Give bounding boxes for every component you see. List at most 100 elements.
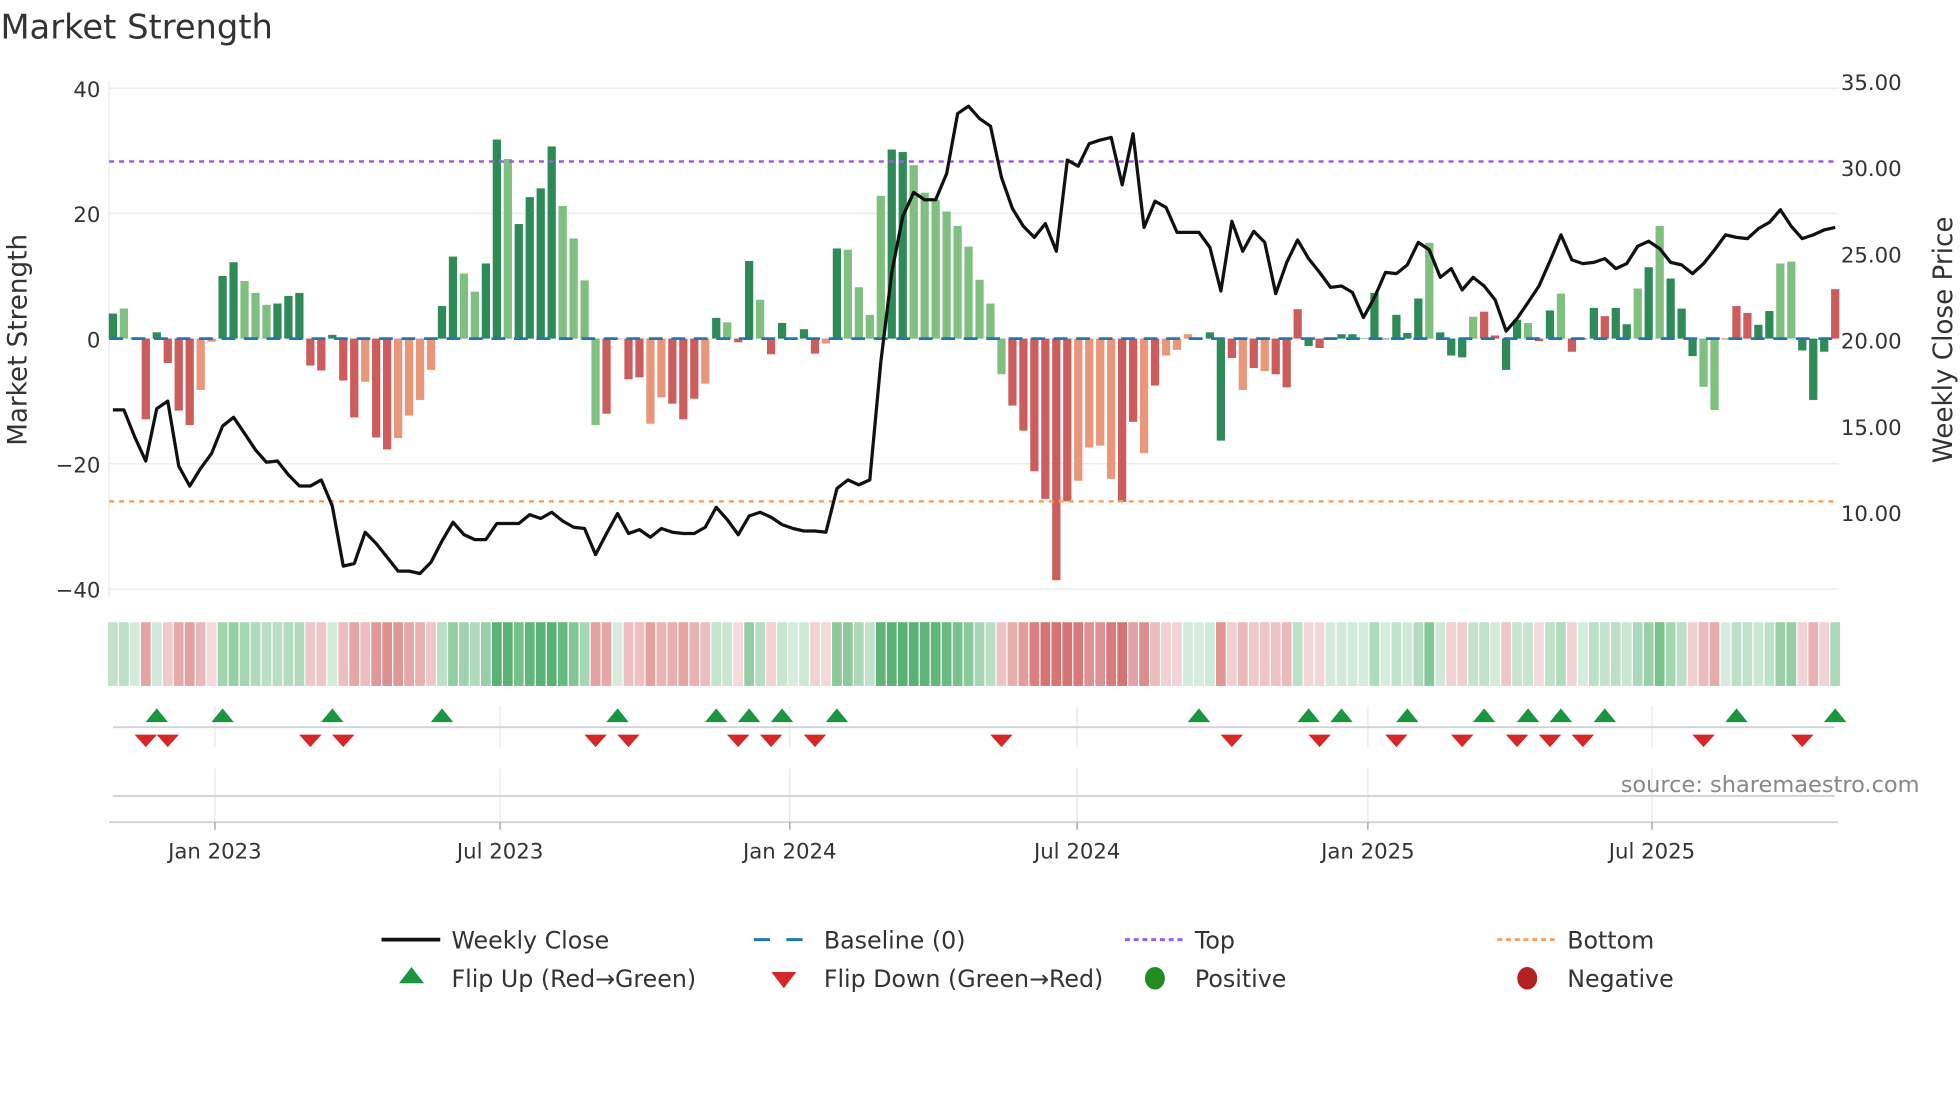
heat-cell (1775, 622, 1786, 686)
strength-bar (1820, 338, 1829, 352)
y2-tick-label: 10.00 (1841, 502, 1902, 527)
heat-cell (623, 622, 634, 686)
strength-bar (196, 338, 205, 390)
legend-label: Top (1194, 926, 1235, 954)
strength-bar (1249, 338, 1258, 369)
strength-bar (284, 296, 293, 339)
heat-cell (1468, 622, 1479, 686)
heat-cell (1830, 622, 1841, 686)
heat-cell (393, 622, 403, 686)
heat-cell (151, 622, 162, 686)
heat-cell (437, 622, 447, 686)
heat-cell (404, 622, 414, 686)
strength-bar (1359, 337, 1368, 339)
strength-bar (1107, 338, 1116, 479)
strength-bar (591, 338, 600, 425)
heat-cell (1248, 622, 1259, 686)
heat-cell (1117, 622, 1128, 686)
heat-cell (1314, 622, 1325, 686)
strength-bar (1831, 289, 1840, 339)
legend-label: Bottom (1567, 926, 1654, 954)
strength-bar (1666, 278, 1675, 339)
heat-cell (1215, 622, 1226, 686)
right-axis-title: Weekly Close Price (1929, 217, 1959, 464)
strength-bar (931, 199, 940, 339)
heat-cell (601, 622, 612, 686)
heat-cell (1501, 622, 1511, 686)
y-tick-label: 40 (73, 78, 100, 103)
strength-bar (1677, 308, 1686, 339)
heat-cell (656, 622, 667, 686)
strength-bar (141, 338, 150, 420)
heat-cell (1643, 622, 1654, 686)
heat-cell (1731, 622, 1742, 686)
heat-cell (426, 622, 436, 686)
x-tick-label: Jan 2025 (1319, 839, 1415, 864)
heat-cell (448, 622, 458, 686)
legend-item-negative: Negative (1517, 965, 1674, 993)
heat-cell (228, 622, 239, 686)
chart-title: Market Strength (0, 8, 272, 47)
strength-bars (108, 139, 1840, 581)
flip-down-marker (1538, 734, 1562, 748)
heat-cell (1018, 622, 1029, 686)
heat-cell (1237, 622, 1248, 686)
strength-bar (580, 280, 589, 339)
strength-bar (273, 303, 282, 339)
heat-cell (184, 622, 195, 686)
heat-cell (1709, 622, 1720, 686)
triangle-up-icon (399, 967, 425, 984)
flip-up-marker (704, 708, 728, 723)
heat-cell (700, 622, 711, 686)
heat-cell (195, 622, 206, 686)
heat-cell (1446, 622, 1457, 686)
heat-cell (799, 622, 809, 686)
heat-cell (1303, 622, 1314, 686)
heat-cell (546, 622, 557, 686)
heat-cell (1720, 622, 1731, 686)
circle-icon (1144, 967, 1165, 990)
heat-cell (1512, 622, 1522, 686)
x-tick-label: Jan 2024 (741, 839, 837, 864)
flip-up-marker (1396, 708, 1419, 723)
strength-bar (1063, 338, 1072, 502)
flip-down-marker (1571, 734, 1595, 748)
x-tick-label: Jul 2025 (1607, 839, 1695, 864)
strength-bar (1150, 338, 1160, 386)
heat-cell (1073, 622, 1084, 686)
strength-bar (1622, 324, 1631, 339)
y-tick-label: 0 (87, 328, 101, 353)
heat-cell (1786, 622, 1797, 686)
strength-bar (799, 329, 809, 339)
heat-cell (1588, 622, 1599, 686)
heat-cell (1632, 622, 1643, 686)
strength-bar (1041, 338, 1050, 499)
heat-cell (1194, 622, 1204, 686)
strength-bar (448, 256, 458, 339)
strength-bar (964, 246, 973, 339)
heat-cell (711, 622, 722, 686)
heat-cell (568, 622, 579, 686)
left-axis-title: Market Strength (4, 234, 34, 446)
strength-bar (854, 287, 863, 339)
heat-cell (952, 622, 963, 686)
flip-up-marker (1549, 708, 1573, 723)
heat-cell (689, 622, 700, 686)
flip-down-marker (726, 734, 750, 748)
strength-bar (470, 291, 480, 339)
strength-bar (1688, 338, 1697, 357)
strength-bar (920, 192, 929, 339)
flip-down-marker (803, 734, 827, 748)
strength-bar (426, 338, 436, 370)
flip-up-marker (1823, 708, 1847, 723)
heat-cell (941, 622, 952, 686)
strength-bar (810, 338, 820, 354)
strength-bar (1501, 338, 1511, 370)
heat-cell (1665, 622, 1676, 686)
heat-cell (459, 622, 469, 686)
heat-cell (513, 622, 524, 686)
strength-bar (1052, 338, 1061, 581)
strength-bar (1787, 261, 1796, 339)
heat-cell (1391, 622, 1402, 686)
heat-cell (502, 622, 513, 686)
